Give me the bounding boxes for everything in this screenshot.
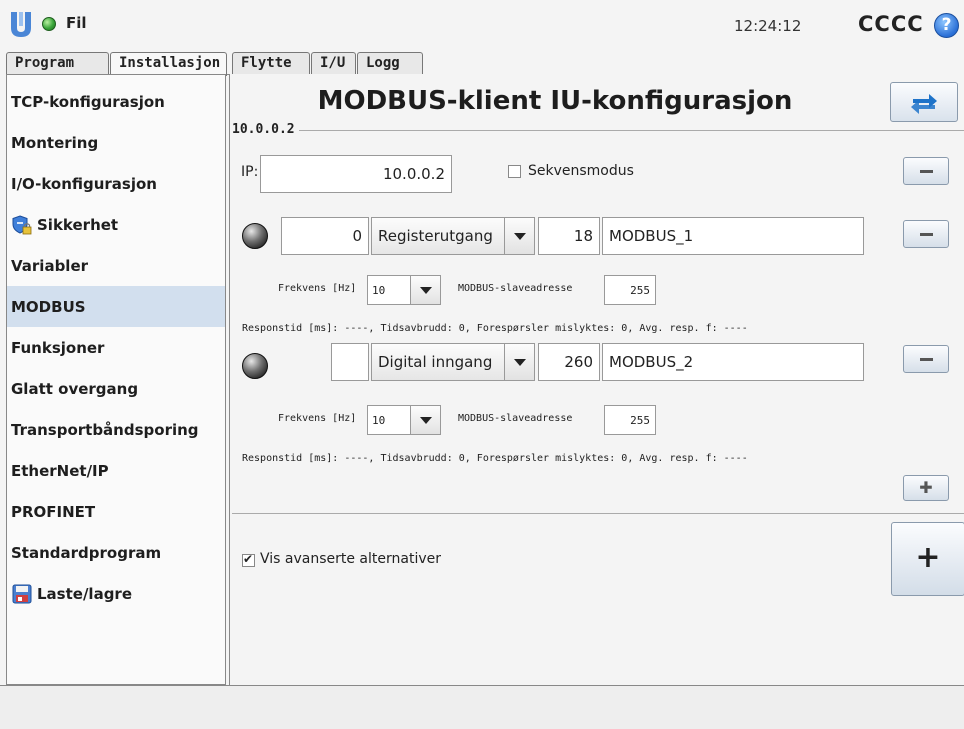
sequence-mode-checkbox[interactable] bbox=[508, 165, 521, 178]
remove-signal-2-button[interactable] bbox=[903, 345, 949, 373]
signal-1-frequency-select[interactable]: 10 bbox=[367, 275, 441, 305]
file-menu[interactable]: Fil bbox=[66, 14, 87, 32]
sidebar-item-label: Glatt overgang bbox=[11, 379, 139, 398]
sidebar-item-montering[interactable]: Montering bbox=[7, 122, 225, 163]
signal-1-type-select[interactable]: Registerutgang bbox=[371, 217, 535, 255]
sidebar-item-label: Laste/lagre bbox=[37, 584, 133, 603]
signal-status-led-icon bbox=[242, 223, 268, 249]
refresh-arrows-icon bbox=[911, 94, 937, 114]
tab-program[interactable]: Program bbox=[6, 52, 109, 75]
clock: 12:24:12 bbox=[734, 17, 802, 35]
page-title: MODBUS-klient IU-konfigurasjon bbox=[317, 86, 793, 116]
sidebar-item-label: TCP-konfigurasjon bbox=[11, 92, 165, 111]
signal-2-value-field[interactable] bbox=[331, 343, 369, 381]
signal-2-type-select[interactable]: Digital inngang bbox=[371, 343, 535, 381]
installation-sidebar: TCP-konfigurasjon Montering I/O-konfigur… bbox=[6, 74, 226, 685]
tab-logg[interactable]: Logg bbox=[357, 52, 423, 75]
refresh-button[interactable] bbox=[890, 82, 958, 122]
sidebar-item-transportband[interactable]: Transportbåndsporing bbox=[7, 409, 225, 450]
help-icon[interactable]: ? bbox=[934, 13, 959, 38]
chevron-down-icon bbox=[504, 218, 534, 254]
tab-iu[interactable]: I/U bbox=[311, 52, 356, 75]
footer-bar bbox=[0, 685, 964, 729]
signal-1-slave-address-field[interactable]: 255 bbox=[604, 275, 656, 305]
sidebar-item-modbus[interactable]: MODBUS bbox=[7, 286, 225, 327]
signal-1-slave-address-label: MODBUS-slaveadresse bbox=[458, 283, 573, 294]
robot-name: CCCC bbox=[858, 12, 924, 36]
chevron-down-icon bbox=[504, 344, 534, 380]
add-signal-button[interactable]: ✚ bbox=[903, 475, 949, 501]
top-bar: Fil 12:24:12 CCCC ? bbox=[0, 0, 964, 50]
advanced-options-label: Vis avanserte alternativer bbox=[260, 551, 442, 567]
add-device-button[interactable]: + bbox=[891, 522, 964, 596]
signal-1-type-value: Registerutgang bbox=[378, 227, 493, 245]
sidebar-item-label: Variabler bbox=[11, 256, 89, 275]
tab-flytte[interactable]: Flytte bbox=[232, 52, 310, 75]
floppy-disk-icon bbox=[12, 584, 32, 603]
sidebar-item-profinet[interactable]: PROFINET bbox=[7, 491, 225, 532]
signal-status-led-icon bbox=[242, 353, 268, 379]
modbus-device-group: 10.0.0.2 IP: 10.0.0.2 Sekvensmodus 0 Reg… bbox=[232, 122, 964, 514]
signal-1-frequency-label: Frekvens [Hz] bbox=[278, 283, 357, 294]
signal-2-slave-address-label: MODBUS-slaveadresse bbox=[458, 413, 573, 424]
signal-2-response-stats: Responstid [ms]: ----, Tidsavbrudd: 0, F… bbox=[242, 453, 748, 464]
sidebar-item-label: Montering bbox=[11, 133, 99, 152]
signal-1-frequency-value: 10 bbox=[372, 283, 386, 297]
sidebar-item-glatt-overgang[interactable]: Glatt overgang bbox=[7, 368, 225, 409]
sidebar-item-label: I/O-konfigurasjon bbox=[11, 174, 157, 193]
signal-1-value-field[interactable]: 0 bbox=[281, 217, 369, 255]
signal-1-address-field[interactable]: 18 bbox=[538, 217, 600, 255]
sidebar-item-tcp[interactable]: TCP-konfigurasjon bbox=[7, 81, 225, 122]
sidebar-item-ethernet-ip[interactable]: EtherNet/IP bbox=[7, 450, 225, 491]
signal-2-type-value: Digital inngang bbox=[378, 353, 493, 371]
remove-device-button[interactable] bbox=[903, 157, 949, 185]
sidebar-item-label: Transportbåndsporing bbox=[11, 420, 199, 439]
robot-status-icon bbox=[42, 17, 56, 31]
signal-2-frequency-select[interactable]: 10 bbox=[367, 405, 441, 435]
ip-label: IP: bbox=[241, 164, 259, 180]
signal-2-slave-address-field[interactable]: 255 bbox=[604, 405, 656, 435]
chevron-down-icon bbox=[410, 406, 440, 434]
signal-2-address-field[interactable]: 260 bbox=[538, 343, 600, 381]
modbus-panel: MODBUS-klient IU-konfigurasjon 10.0.0.2 … bbox=[229, 74, 964, 685]
sidebar-item-standardprogram[interactable]: Standardprogram bbox=[7, 532, 225, 573]
sidebar-item-label: Sikkerhet bbox=[37, 215, 119, 234]
signal-2-frequency-value: 10 bbox=[372, 413, 386, 427]
signal-2-frequency-label: Frekvens [Hz] bbox=[278, 413, 357, 424]
sidebar-item-laste-lagre[interactable]: Laste/lagre bbox=[7, 573, 225, 614]
signal-1-name-field[interactable]: MODBUS_1 bbox=[602, 217, 864, 255]
device-legend: 10.0.0.2 bbox=[232, 122, 299, 137]
sidebar-item-label: MODBUS bbox=[11, 297, 86, 316]
sidebar-item-label: Standardprogram bbox=[11, 543, 162, 562]
remove-signal-1-button[interactable] bbox=[903, 220, 949, 248]
universal-robots-logo-icon bbox=[11, 12, 31, 37]
sidebar-item-variabler[interactable]: Variabler bbox=[7, 245, 225, 286]
sidebar-item-label: Funksjoner bbox=[11, 338, 105, 357]
sidebar-item-io-config[interactable]: I/O-konfigurasjon bbox=[7, 163, 225, 204]
sidebar-item-label: PROFINET bbox=[11, 502, 96, 521]
ip-input[interactable]: 10.0.0.2 bbox=[260, 155, 452, 193]
sidebar-item-label: EtherNet/IP bbox=[11, 461, 109, 480]
signal-1-response-stats: Responstid [ms]: ----, Tidsavbrudd: 0, F… bbox=[242, 323, 748, 334]
sidebar-item-sikkerhet[interactable]: Sikkerhet bbox=[7, 204, 225, 245]
shield-lock-icon bbox=[12, 214, 32, 234]
tab-installasjon[interactable]: Installasjon bbox=[110, 52, 227, 76]
signal-2-name-field[interactable]: MODBUS_2 bbox=[602, 343, 864, 381]
chevron-down-icon bbox=[410, 276, 440, 304]
advanced-options-checkbox[interactable] bbox=[242, 552, 255, 567]
sidebar-item-funksjoner[interactable]: Funksjoner bbox=[7, 327, 225, 368]
sequence-mode-label: Sekvensmodus bbox=[528, 163, 634, 179]
